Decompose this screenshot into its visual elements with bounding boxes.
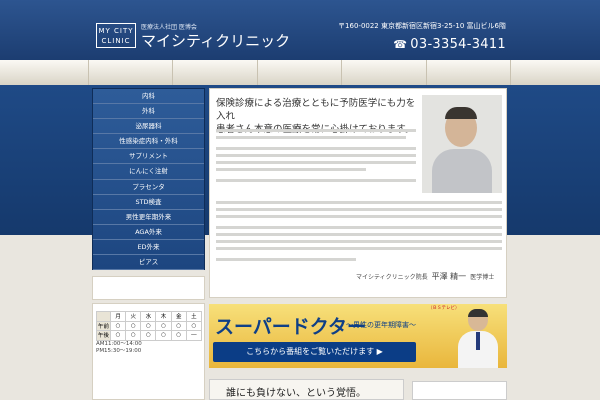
sidebar-item-std-medicine[interactable]: 性感染症内科・外科 (93, 134, 204, 150)
sidebar-item-placenta[interactable]: プラセンタ (93, 180, 204, 195)
hours-cell: ― (185, 330, 203, 341)
hours-cell: ○ (109, 320, 127, 331)
hours-note-am: AM11:00～14:00 (96, 340, 142, 347)
clinic-logo[interactable]: MY CITY CLINIC (96, 23, 136, 48)
sidebar-item-garlic-injection[interactable]: にんにく注射 (93, 164, 204, 180)
global-nav (88, 60, 512, 85)
sidebar-item-aga[interactable]: AGA外来 (93, 225, 204, 240)
sidebar-item-surgery[interactable]: 外科 (93, 104, 204, 120)
nav-item-4[interactable] (341, 60, 425, 85)
bottom-banner[interactable]: 誰にも負けない、という覚悟。 (209, 379, 404, 400)
doctor-photo (422, 95, 502, 193)
logo-line-1: MY CITY (98, 27, 134, 35)
hours-day: 月 (109, 311, 127, 322)
hours-note-pm: PM15:30～19:00 (96, 348, 142, 354)
main-content: 保険診療による治療とともに予防医学にも力を入れ 患者さん本意の医療を常に心掛けて… (209, 88, 507, 298)
banner-subtitle: ～男性の更年期障害～ (346, 321, 416, 329)
hours-day: 水 (140, 311, 157, 322)
hours-row-pm-label: 午後 (96, 330, 111, 341)
nav-item-1[interactable] (88, 60, 172, 85)
phone-icon: ☎ (393, 38, 408, 51)
watch-program-button[interactable]: こちらから番組をご覧いただけます ▶ (213, 342, 416, 362)
hours-table: 月 火 水 木 金 土 午前 ○ ○ ○ ○ ○ ○ 午後 ○ ○ ○ ○ ○ … (96, 311, 203, 341)
super-doctor-banner[interactable]: スーパードクター ～男性の更年期障害～ （ＢＳテレビ） こちらから番組をご覧いた… (209, 304, 507, 368)
hours-cell: ○ (140, 320, 157, 331)
logo-line-2: CLINIC (101, 37, 131, 45)
sidebar-item-supplements[interactable]: サプリメント (93, 149, 204, 165)
hours-row-am-label: 午前 (96, 320, 111, 331)
bottom-banner-quote: 誰にも負けない、という覚悟。 (226, 388, 366, 399)
hours-cell: ○ (185, 320, 203, 331)
sidebar-menu: 内科 外科 泌尿器科 性感染症内科・外科 サプリメント にんにく注射 プラセンタ… (92, 88, 205, 271)
clinic-name: マイシティクリニック (141, 32, 291, 50)
hours-cell: ○ (140, 330, 157, 341)
hours-cell: ○ (109, 330, 127, 341)
banner-doctor-image (455, 306, 501, 368)
sidebar-item-urology[interactable]: 泌尿器科 (93, 119, 204, 135)
lead-line-1: 保険診療による治療とともに予防医学にも力を入れ (216, 98, 416, 122)
hours-cell: ○ (170, 330, 187, 341)
phone-number[interactable]: ☎ 03-3354-3411 (393, 37, 506, 52)
sidebar-item-male-menopause[interactable]: 男性更年期外来 (93, 210, 204, 225)
nav-item-2[interactable] (172, 60, 256, 85)
director-name: 平澤 精一 (431, 272, 467, 281)
hours-cell: ○ (155, 330, 172, 341)
director-title: 医学博士 (470, 274, 495, 281)
clinic-address: 〒160-0022 東京都新宿区新宿3-25-10 富山ビル6階 (338, 22, 506, 30)
hours-corner (96, 311, 111, 322)
hours-cell: ○ (125, 330, 142, 341)
nav-item-5[interactable] (425, 60, 512, 85)
sidebar-item-piercing[interactable]: ピアス (93, 255, 204, 271)
hours-day: 木 (155, 311, 172, 322)
hours-day: 金 (170, 311, 187, 322)
hours-day: 火 (125, 311, 142, 322)
hours-cell: ○ (125, 320, 142, 331)
hours-cell: ○ (155, 320, 172, 331)
hours-day: 土 (185, 311, 203, 322)
hours-cell: ○ (170, 320, 187, 331)
interview-banner[interactable] (412, 381, 507, 400)
director-signature: マイシティクリニック院長 平澤 精一 医学博士 (356, 271, 494, 282)
hours-panel: 月 火 水 木 金 土 午前 ○ ○ ○ ○ ○ ○ 午後 ○ ○ ○ ○ ○ … (92, 303, 205, 400)
signature-prefix: マイシティクリニック院長 (356, 274, 428, 281)
sidebar-item-internal[interactable]: 内科 (93, 89, 204, 105)
phone-number-text: 03-3354-3411 (410, 37, 506, 52)
hours-heading (92, 276, 205, 300)
banner-title: スーパードクター (215, 316, 367, 338)
sidebar-item-ed[interactable]: ED外来 (93, 240, 204, 256)
sidebar-item-std-test[interactable]: STD検査 (93, 195, 204, 210)
header-bar (0, 0, 600, 60)
nav-item-3[interactable] (256, 60, 341, 85)
